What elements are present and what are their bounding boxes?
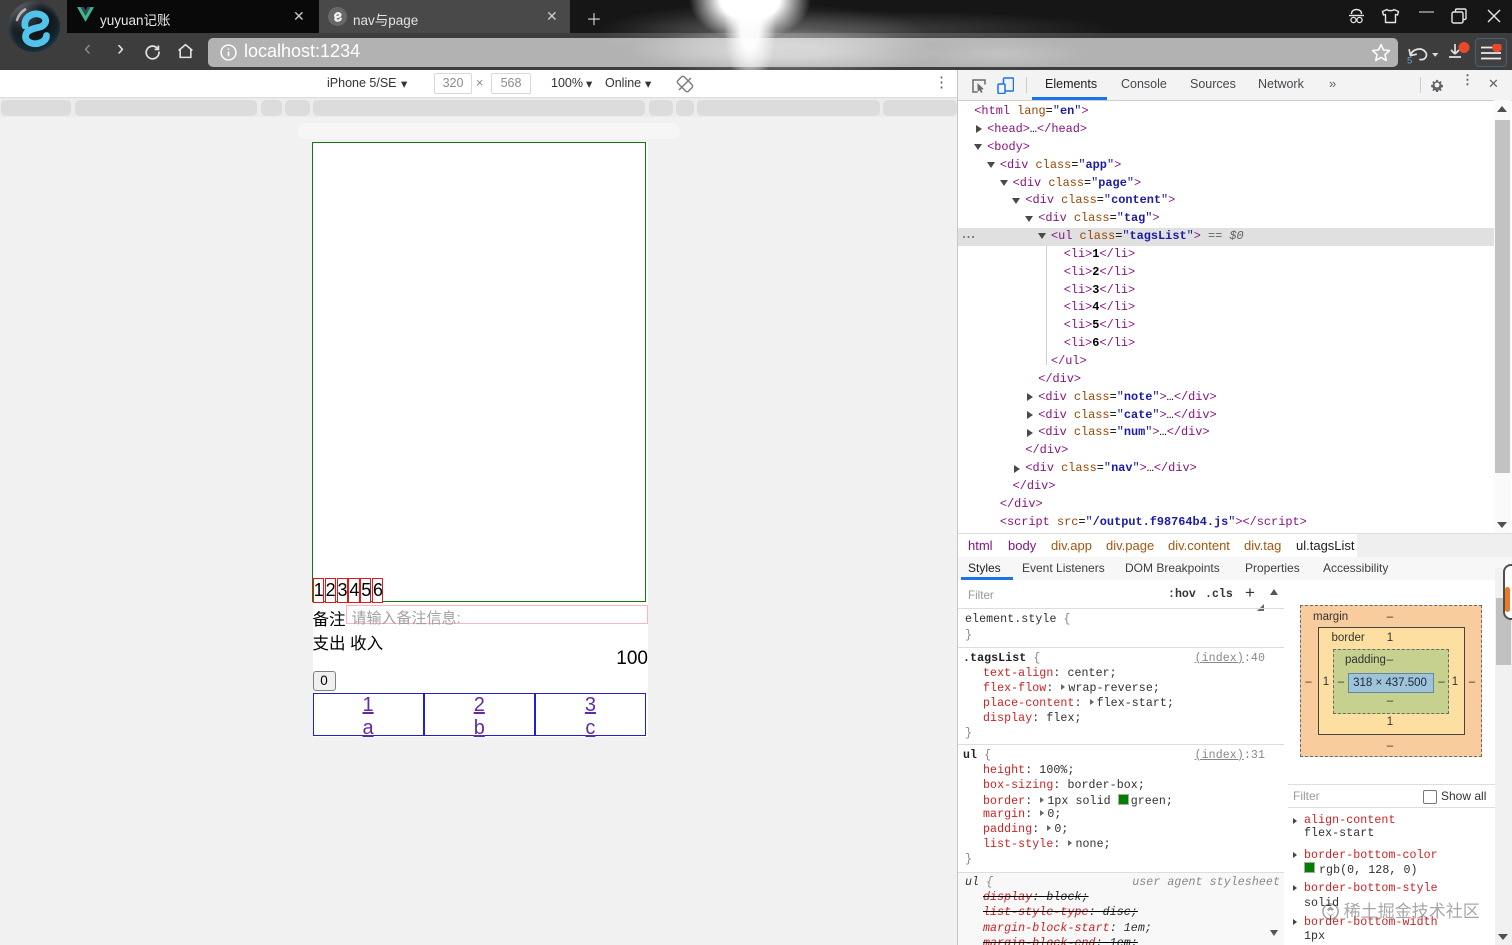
svg-text:5: 5 xyxy=(1407,56,1412,66)
